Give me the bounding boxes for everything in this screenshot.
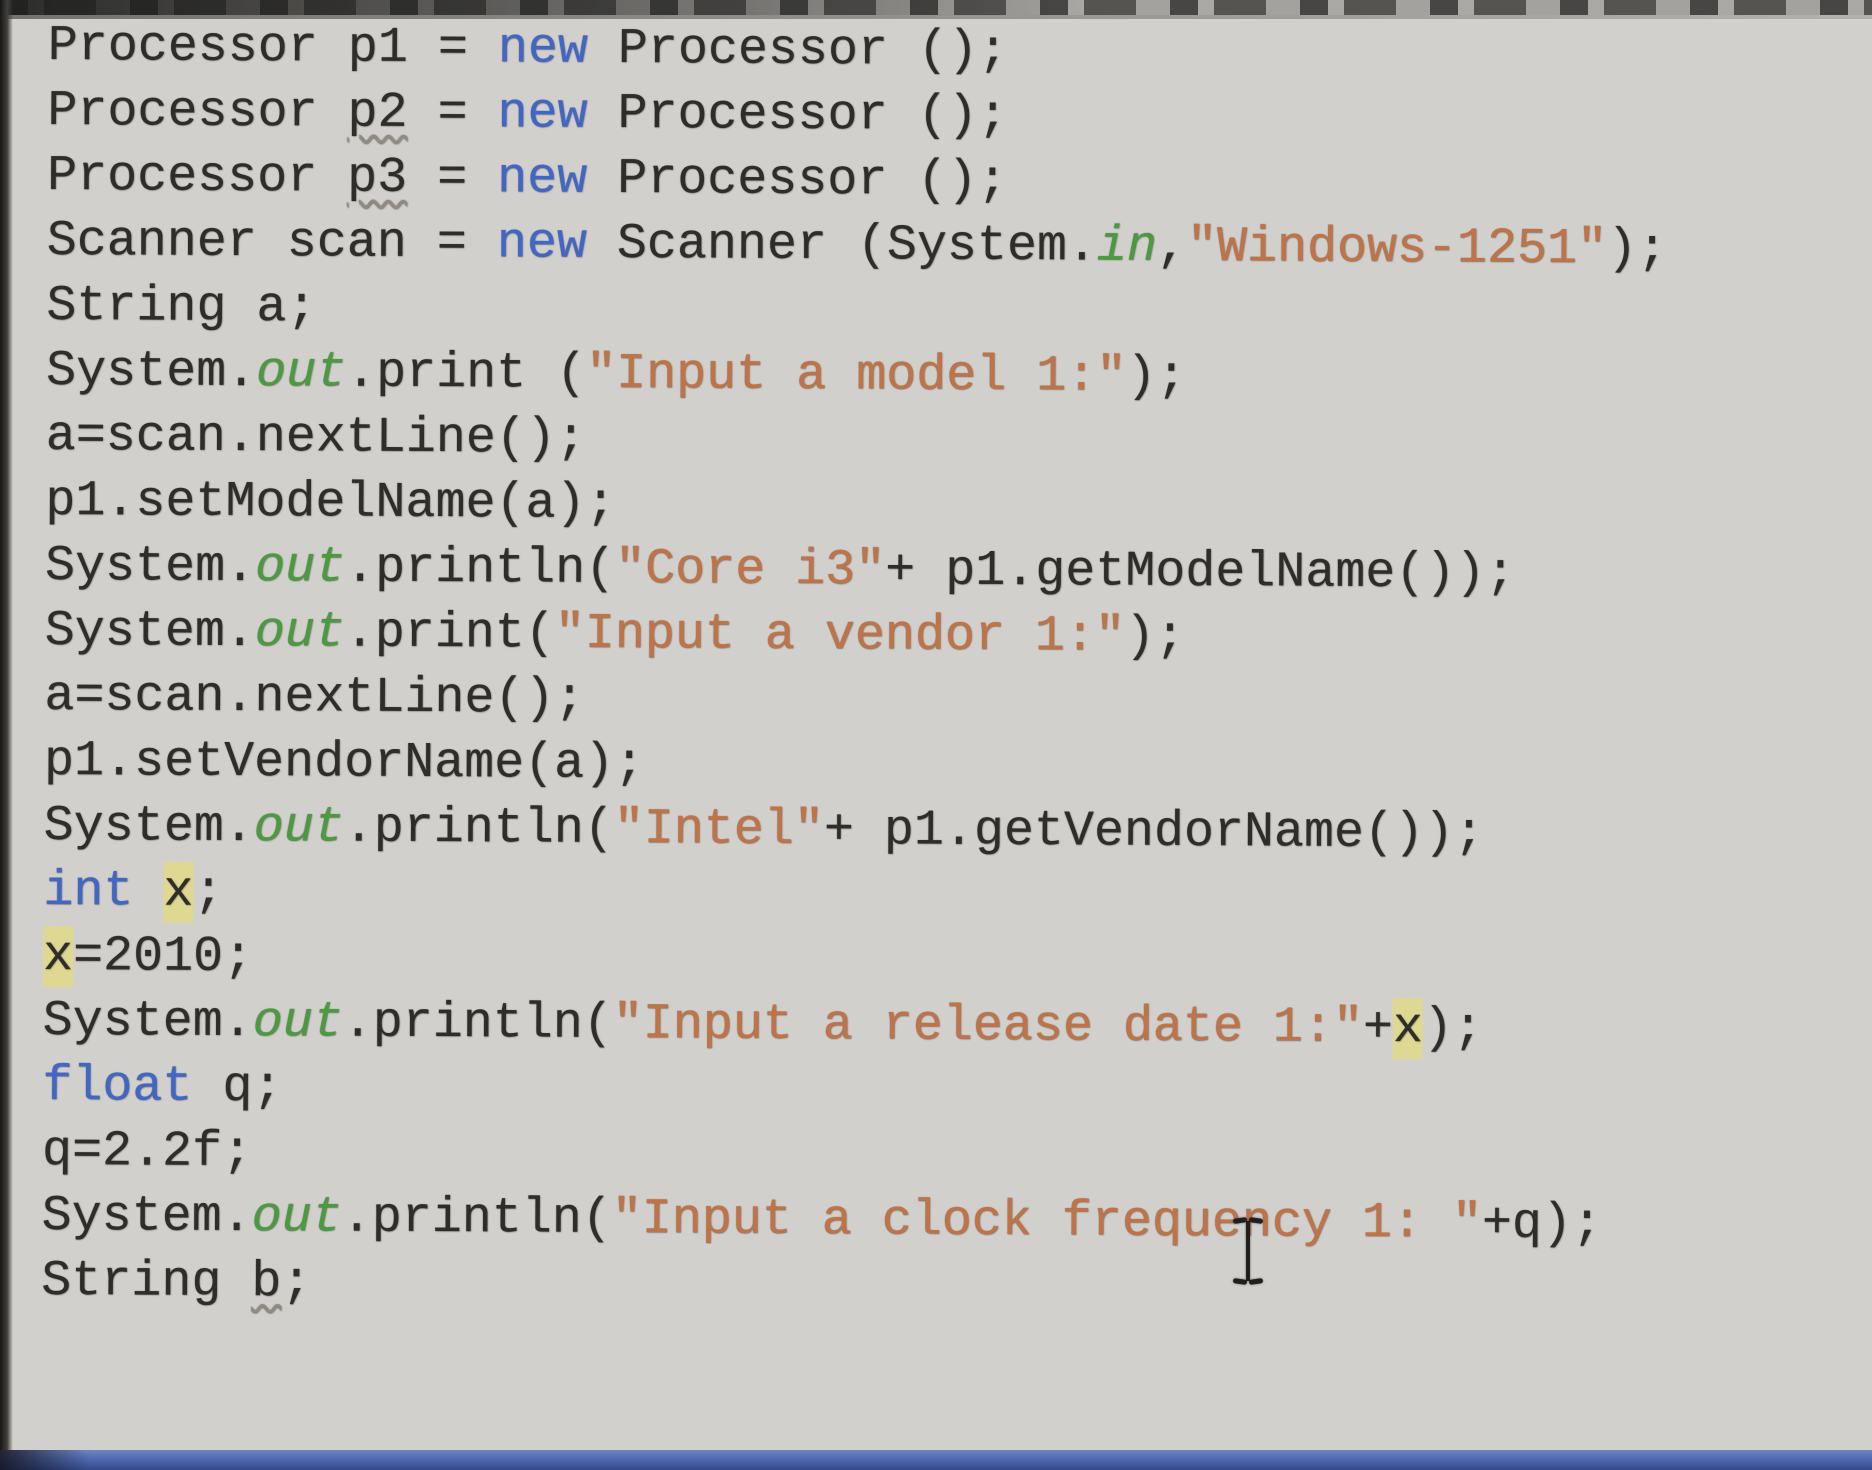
code-token: out	[254, 604, 345, 662]
code-token: ;	[193, 863, 224, 921]
code-token: out	[253, 799, 344, 857]
ibeam-bottom-right-serif	[1248, 1278, 1264, 1285]
code-token: new	[496, 215, 588, 273]
code-line: q=2.2f;	[42, 1119, 1866, 1194]
code-token: System.	[43, 797, 254, 857]
code-token: + p1.getVendorName());	[823, 802, 1485, 863]
code-token: Processor	[47, 82, 348, 142]
code-token: float	[42, 1057, 193, 1116]
code-token-misspelled: p2	[347, 84, 408, 142]
code-line: a=scan.nextLine();	[44, 664, 1868, 739]
code-token: q=2.2f;	[41, 1122, 253, 1182]
code-token: x	[1392, 1000, 1424, 1058]
code-token: .println(	[343, 799, 614, 858]
code-line: Processor p2 = new Processor ();	[47, 79, 1871, 154]
code-token: );	[1124, 608, 1186, 666]
code-token: System.	[42, 992, 253, 1052]
code-token: "Input a model 1:"	[586, 345, 1127, 406]
code-token: .println(	[345, 539, 616, 598]
code-token: );	[1606, 221, 1668, 279]
code-token: p1.setModelName(a);	[45, 472, 616, 533]
code-token: .println(	[342, 994, 613, 1053]
code-line: p1.setVendorName(a);	[44, 729, 1868, 804]
code-line: System.out.println("Core i3"+ p1.getMode…	[45, 534, 1869, 609]
code-token: "Input a vendor 1:"	[554, 605, 1126, 666]
code-line: Scanner scan = new Scanner (System.in,"W…	[47, 209, 1871, 284]
code-token: out	[256, 344, 347, 402]
code-token: q;	[192, 1058, 283, 1117]
code-line: System.out.print ("Input a model 1:");	[46, 339, 1870, 414]
code-token: .print(	[344, 604, 556, 663]
code-token: "Intel"	[613, 800, 825, 860]
code-token: x	[42, 927, 74, 986]
screen-photo: Processor p1 = new Processor (); Processo…	[0, 0, 1872, 1470]
code-token: .println(	[341, 1189, 612, 1248]
code-token: "Core i3"	[615, 540, 886, 600]
code-token: "Input a clock frequency 1: "	[611, 1190, 1483, 1253]
ibeam-bottom-left-serif	[1232, 1278, 1248, 1285]
code-token: + p1.getModelName());	[885, 542, 1516, 603]
code-token: =	[407, 84, 498, 143]
code-token-misspelled: b	[251, 1254, 282, 1312]
code-token: =2010;	[72, 928, 254, 987]
code-token: +	[1362, 999, 1394, 1058]
code-token: Scanner (System.	[586, 215, 1098, 276]
monitor-bezel-left	[0, 0, 13, 1470]
code-token: a=scan.nextLine();	[44, 667, 585, 728]
code-token-misspelled: p3	[347, 149, 408, 207]
code-line: Processor p3 = new Processor ();	[47, 144, 1871, 219]
code-token: new	[497, 20, 589, 78]
code-token: ,	[1156, 218, 1188, 276]
code-line: String b;	[41, 1249, 1865, 1324]
code-editor[interactable]: Processor p1 = new Processor (); Processo…	[41, 14, 1872, 1324]
code-line: System.out.print("Input a vendor 1:");	[45, 599, 1869, 674]
taskbar-strip	[0, 1450, 1872, 1470]
code-token: );	[1126, 348, 1187, 406]
ibeam-stem	[1246, 1221, 1250, 1281]
code-token: in	[1096, 218, 1158, 276]
code-token: x	[163, 863, 194, 921]
code-token: System.	[45, 342, 257, 402]
code-token: Processor ();	[587, 85, 1008, 146]
code-token: new	[497, 150, 588, 208]
code-token: "Windows-1251"	[1186, 218, 1608, 279]
code-token: "Input a release date 1:"	[612, 995, 1364, 1057]
code-token: int	[43, 862, 134, 921]
ibeam-top-right-serif	[1248, 1217, 1264, 1224]
code-token: Processor ();	[587, 150, 1008, 211]
code-line: a=scan.nextLine();	[46, 404, 1870, 479]
code-line: p1.setModelName(a);	[45, 469, 1869, 544]
code-line: String a;	[46, 274, 1870, 349]
code-token: out	[255, 539, 346, 597]
code-token: ;	[281, 1254, 312, 1312]
code-token: a=scan.nextLine();	[45, 407, 587, 468]
code-token: p1.setVendorName(a);	[43, 732, 645, 794]
code-line: x=2010;	[42, 924, 1867, 999]
code-token: System.	[44, 602, 255, 662]
code-line: float q;	[42, 1054, 1866, 1129]
code-line: Processor p1 = new Processor ();	[48, 14, 1872, 89]
code-token: String a;	[46, 277, 317, 337]
code-line: System.out.println("Input a clock freque…	[42, 1184, 1866, 1259]
code-token: Processor	[46, 147, 348, 207]
code-token: new	[497, 85, 588, 143]
code-token: System.	[41, 1187, 252, 1247]
cropped-toolbar-strip	[0, 0, 1872, 19]
code-token: Scanner scan =	[46, 212, 498, 273]
code-line: int x;	[43, 859, 1867, 934]
code-line: System.out.println("Intel"+ p1.getVendor…	[44, 794, 1868, 869]
code-token: out	[252, 994, 343, 1052]
code-token: .print (	[346, 344, 587, 403]
code-token: System.	[44, 537, 256, 597]
code-token: +q);	[1481, 1195, 1603, 1254]
code-token: Processor p1 =	[47, 17, 499, 78]
code-token: Processor ();	[587, 20, 1009, 81]
code-token: out	[251, 1189, 342, 1247]
code-line: System.out.println("Input a release date…	[43, 989, 1867, 1064]
code-token: String	[41, 1252, 252, 1312]
code-token: =	[407, 149, 498, 208]
code-token: );	[1422, 1000, 1484, 1058]
text-ibeam-cursor	[1228, 1216, 1268, 1286]
